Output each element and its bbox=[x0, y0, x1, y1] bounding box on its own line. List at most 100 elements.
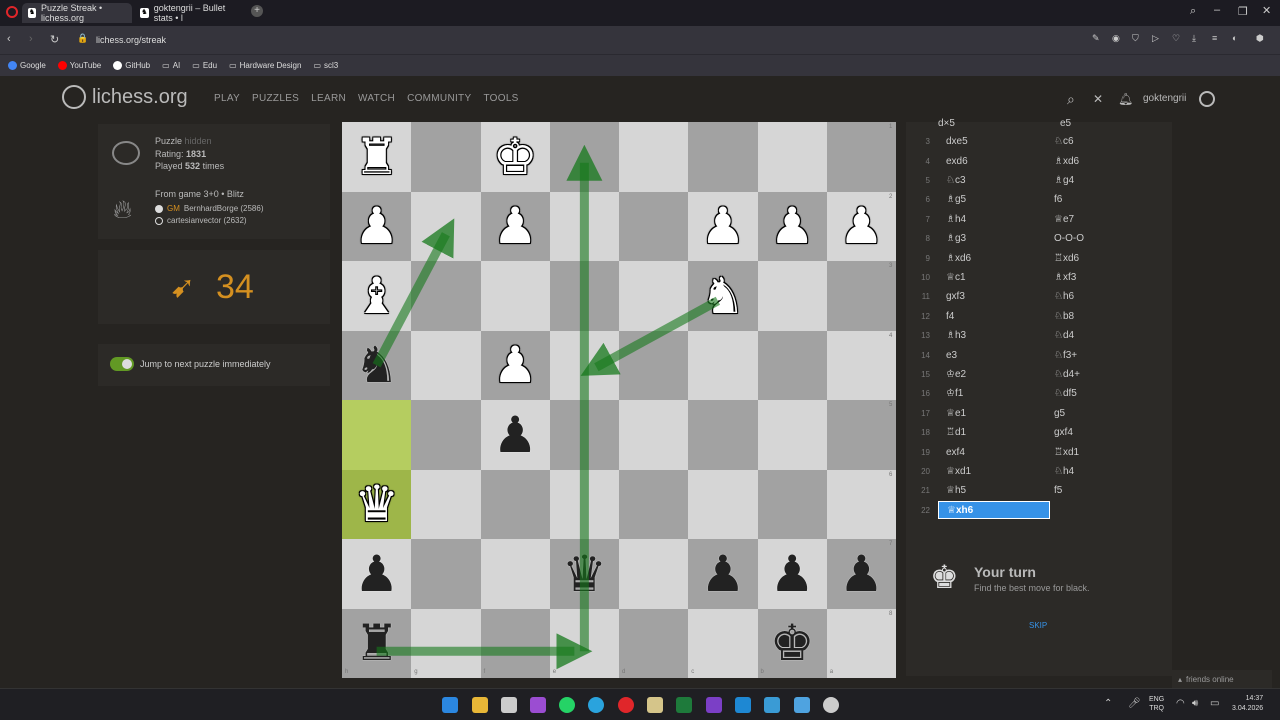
chess-board[interactable]: ♜♚♟♟♟♟♟♝♞♞♟♟♛♟♛♟♟♟♜♚12345678hgfedcba bbox=[342, 122, 896, 678]
game-info[interactable]: From game 3+0 • Blitz bbox=[155, 189, 244, 199]
battery-icon[interactable]: ▭ bbox=[1210, 698, 1219, 709]
microphone-icon[interactable]: 🎤︎ bbox=[1128, 698, 1141, 709]
black-move[interactable]: ♖xd1 bbox=[1050, 447, 1164, 458]
black-move[interactable]: ♗xd6 bbox=[1050, 156, 1164, 167]
white-move[interactable]: f4 bbox=[938, 311, 1050, 322]
shield-icon[interactable]: ⛉ bbox=[1132, 33, 1139, 44]
white-move[interactable]: ♗h4 bbox=[938, 214, 1050, 225]
tab-puzzle-streak[interactable]: ♞ Puzzle Streak • lichess.org bbox=[22, 3, 132, 23]
black-player[interactable]: cartesianvector (2632) bbox=[155, 216, 247, 225]
white-move[interactable]: ♘c3 bbox=[938, 175, 1050, 186]
url-field[interactable]: lichess.org/streak bbox=[96, 35, 166, 45]
black-move[interactable]: ♘b8 bbox=[1050, 311, 1164, 322]
black-move[interactable]: f5 bbox=[1050, 485, 1164, 496]
whatsapp-icon[interactable] bbox=[559, 697, 575, 713]
language-indicator[interactable]: ENG TRQ bbox=[1149, 695, 1164, 713]
black-move[interactable]: gxf4 bbox=[1050, 427, 1164, 438]
new-tab-plus-icon[interactable]: + bbox=[251, 5, 263, 17]
settings-icon[interactable] bbox=[823, 697, 839, 713]
white-move[interactable]: ♕h5 bbox=[938, 485, 1050, 496]
skip-button[interactable]: SKIP bbox=[1029, 621, 1047, 630]
white-move[interactable]: ♔e2 bbox=[938, 369, 1050, 380]
black-move[interactable]: ♘h6 bbox=[1050, 291, 1164, 302]
clock[interactable]: 14:37 3.04.2026 bbox=[1232, 694, 1263, 714]
telegram-icon[interactable] bbox=[588, 697, 604, 713]
user-avatar-icon[interactable] bbox=[1199, 91, 1215, 107]
white-move[interactable]: ♖d1 bbox=[938, 427, 1050, 438]
tab-bullet-stats[interactable]: ♞ goktengrii – Bullet stats • l bbox=[134, 3, 250, 23]
white-player[interactable]: GM BernhardBorge (2586) bbox=[155, 204, 264, 213]
white-move[interactable]: ♕c1 bbox=[938, 272, 1050, 283]
current-move[interactable]: ♕xh6 bbox=[938, 501, 1050, 520]
jump-toggle-switch[interactable] bbox=[110, 357, 134, 371]
black-move[interactable]: ♖xd6 bbox=[1050, 253, 1164, 264]
reload-icon[interactable]: ↻ bbox=[50, 33, 59, 46]
bookmark-google[interactable]: Google bbox=[8, 61, 46, 70]
edit-icon[interactable]: ✎ bbox=[1092, 33, 1100, 44]
white-move[interactable]: ♗g5 bbox=[938, 194, 1050, 205]
black-move[interactable]: ♕e7 bbox=[1050, 214, 1164, 225]
bookmark-folder-ai[interactable]: ▭ AI bbox=[162, 61, 180, 70]
back-icon[interactable]: ‹ bbox=[7, 33, 11, 45]
bookmark-folder-hardware[interactable]: ▭ Hardware Design bbox=[229, 61, 301, 70]
white-move[interactable]: ♕xd1 bbox=[938, 466, 1050, 477]
windows-start-icon[interactable] bbox=[442, 697, 458, 713]
app-icon[interactable] bbox=[530, 697, 546, 713]
bookmark-youtube[interactable]: YouTube bbox=[57, 61, 101, 70]
black-move[interactable]: ♘c6 bbox=[1050, 136, 1164, 147]
white-move[interactable]: ♔f1 bbox=[938, 388, 1050, 399]
volume-icon[interactable]: 🔊︎ bbox=[1192, 698, 1198, 709]
black-move[interactable]: O-O-O bbox=[1050, 233, 1164, 244]
visual-studio-icon[interactable] bbox=[706, 697, 722, 713]
nav-watch[interactable]: WATCH bbox=[358, 93, 395, 104]
white-move[interactable]: dxe5 bbox=[938, 136, 1050, 147]
nav-play[interactable]: PLAY bbox=[214, 93, 240, 104]
white-move[interactable]: ♗xd6 bbox=[938, 253, 1050, 264]
white-move[interactable]: exf4 bbox=[938, 447, 1050, 458]
white-move[interactable]: ♕e1 bbox=[938, 408, 1050, 419]
nav-community[interactable]: COMMUNITY bbox=[407, 93, 471, 104]
nav-learn[interactable]: LEARN bbox=[311, 93, 346, 104]
heart-icon[interactable]: ♡ bbox=[1172, 33, 1180, 44]
black-move[interactable]: ♘d4 bbox=[1050, 330, 1164, 341]
menu-icon[interactable]: ≡ bbox=[1212, 33, 1217, 43]
mx-icon[interactable] bbox=[764, 697, 780, 713]
friends-online-button[interactable]: ▴ friends online bbox=[1172, 670, 1272, 688]
bookmark-folder-scl3[interactable]: ▭ scl3 bbox=[313, 61, 338, 70]
send-icon[interactable]: ▷ bbox=[1152, 33, 1159, 44]
search-icon[interactable]: ⌕ bbox=[1067, 91, 1075, 108]
opera-taskbar-icon[interactable] bbox=[618, 697, 634, 713]
bookmark-github[interactable]: GitHub bbox=[113, 61, 150, 70]
camera-icon[interactable]: ◉ bbox=[1112, 33, 1120, 44]
white-move[interactable]: exd6 bbox=[938, 156, 1050, 167]
white-move[interactable]: ♗h3 bbox=[938, 330, 1050, 341]
maximize-icon[interactable]: ❐ bbox=[1238, 5, 1248, 18]
profile-icon[interactable]: ◐ bbox=[1232, 33, 1237, 43]
opera-logo-icon[interactable] bbox=[6, 6, 18, 18]
site-logo[interactable]: lichess.org bbox=[62, 85, 188, 109]
forward-icon[interactable]: › bbox=[29, 33, 33, 45]
ide-icon[interactable] bbox=[794, 697, 810, 713]
black-move[interactable]: f6 bbox=[1050, 194, 1164, 205]
black-move[interactable]: ♘df5 bbox=[1050, 388, 1164, 399]
nav-puzzles[interactable]: PUZZLES bbox=[252, 93, 299, 104]
tray-caret-up-icon[interactable]: ⌃ bbox=[1104, 698, 1112, 709]
search-tabs-icon[interactable]: ⌕ bbox=[1190, 5, 1196, 18]
minimize-icon[interactable]: – bbox=[1214, 4, 1220, 16]
black-move[interactable]: ♘d4+ bbox=[1050, 369, 1164, 380]
vscode-icon[interactable] bbox=[735, 697, 751, 713]
notifications-bell-icon[interactable]: 🔔︎ bbox=[1118, 92, 1133, 106]
black-move[interactable]: g5 bbox=[1050, 408, 1164, 419]
app-icon[interactable] bbox=[647, 697, 663, 713]
file-explorer-icon[interactable] bbox=[472, 697, 488, 713]
black-move[interactable]: ♘f3+ bbox=[1050, 350, 1164, 361]
tools-crossed-icon[interactable]: ✕ bbox=[1093, 92, 1103, 106]
excel-icon[interactable] bbox=[676, 697, 692, 713]
white-move[interactable]: ♗g3 bbox=[938, 233, 1050, 244]
white-move[interactable]: e3 bbox=[938, 350, 1050, 361]
nav-tools[interactable]: TOOLS bbox=[483, 93, 518, 104]
user-menu[interactable]: goktengrii bbox=[1143, 93, 1186, 104]
vpn-icon[interactable]: ⬢ bbox=[1256, 33, 1264, 44]
close-window-icon[interactable]: ✕ bbox=[1262, 4, 1271, 17]
bookmark-folder-edu[interactable]: ▭ Edu bbox=[192, 61, 217, 70]
